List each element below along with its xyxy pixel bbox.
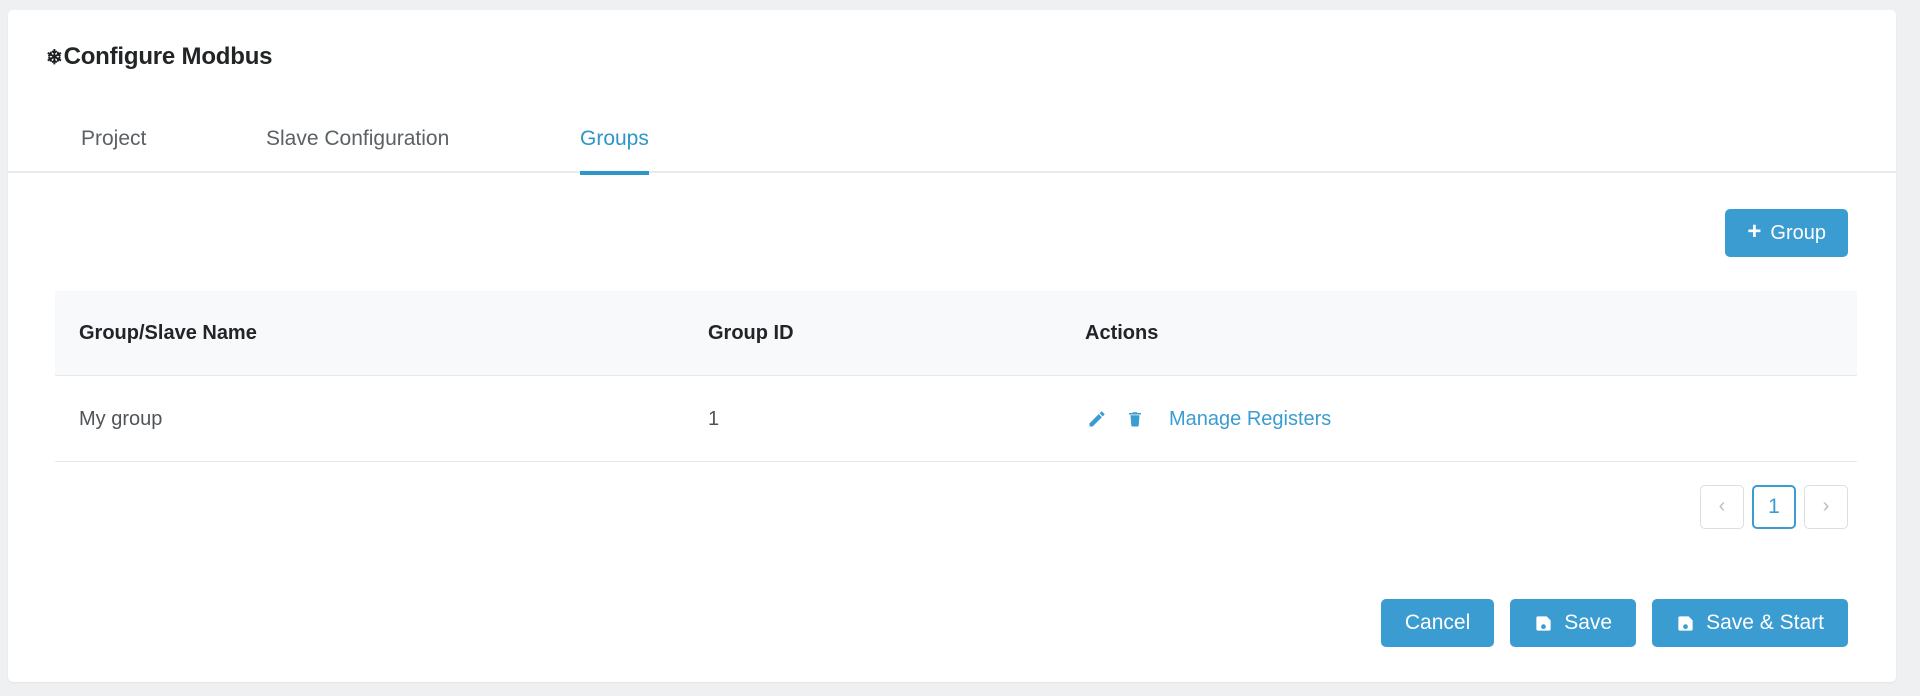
cancel-button-label: Cancel bbox=[1404, 611, 1471, 634]
save-button-label: Save bbox=[1564, 611, 1613, 634]
manage-registers-link[interactable]: Manage Registers bbox=[1169, 408, 1331, 431]
snowflake-icon: ❄ bbox=[46, 47, 63, 69]
pagination-page-1[interactable]: 1 bbox=[1752, 485, 1796, 529]
table-row: My group 1 Manage Registers bbox=[55, 376, 1857, 462]
column-header-name: Group/Slave Name bbox=[79, 322, 257, 344]
cancel-button[interactable]: Cancel bbox=[1380, 599, 1495, 647]
pagination-prev-button[interactable]: ‹ bbox=[1700, 485, 1744, 529]
page-title-text: Configure Modbus bbox=[63, 43, 273, 70]
floppy-disk-icon bbox=[1676, 614, 1695, 633]
tab-bar: Project Slave Configuration Groups bbox=[8, 106, 1896, 175]
tab-slave-configuration[interactable]: Slave Configuration bbox=[266, 106, 449, 173]
cell-actions: Manage Registers bbox=[1085, 376, 1331, 462]
tab-slave-configuration-label: Slave Configuration bbox=[266, 126, 450, 150]
page-title: ❄ Configure Modbus bbox=[46, 43, 273, 71]
add-group-button-label: Group bbox=[1770, 221, 1826, 244]
pencil-icon[interactable] bbox=[1085, 407, 1109, 431]
groups-table: Group/Slave Name Group ID Actions My gro… bbox=[55, 291, 1857, 462]
chevron-right-icon: › bbox=[1822, 495, 1830, 517]
pagination: ‹ 1 › bbox=[1700, 485, 1848, 529]
pagination-next-button[interactable]: › bbox=[1804, 485, 1848, 529]
save-and-start-button[interactable]: Save & Start bbox=[1652, 599, 1848, 647]
row-actions: Manage Registers bbox=[1085, 407, 1331, 431]
column-header-actions: Actions bbox=[1085, 322, 1159, 344]
tab-groups-label: Groups bbox=[580, 126, 649, 150]
tab-groups[interactable]: Groups bbox=[580, 106, 649, 175]
app-page: ❄ Configure Modbus Project Slave Configu… bbox=[0, 0, 1920, 696]
column-header-group-id: Group ID bbox=[708, 322, 794, 344]
tab-project[interactable]: Project bbox=[81, 106, 146, 173]
configure-modbus-card: ❄ Configure Modbus Project Slave Configu… bbox=[8, 10, 1896, 682]
cell-group-id: 1 bbox=[708, 407, 720, 430]
chevron-left-icon: ‹ bbox=[1718, 495, 1726, 517]
pagination-page-1-label: 1 bbox=[1768, 495, 1780, 518]
floppy-disk-icon bbox=[1534, 614, 1553, 633]
save-button[interactable]: Save bbox=[1510, 599, 1637, 647]
tab-project-label: Project bbox=[81, 126, 147, 150]
trash-icon[interactable] bbox=[1123, 407, 1147, 431]
add-group-button[interactable]: + Group bbox=[1725, 209, 1848, 257]
cell-group-name: My group bbox=[79, 407, 163, 430]
save-and-start-button-label: Save & Start bbox=[1706, 611, 1824, 634]
plus-icon: + bbox=[1747, 218, 1762, 245]
footer-actions: Cancel Save Save & Start bbox=[1380, 599, 1848, 647]
table-header-row: Group/Slave Name Group ID Actions bbox=[55, 291, 1857, 376]
